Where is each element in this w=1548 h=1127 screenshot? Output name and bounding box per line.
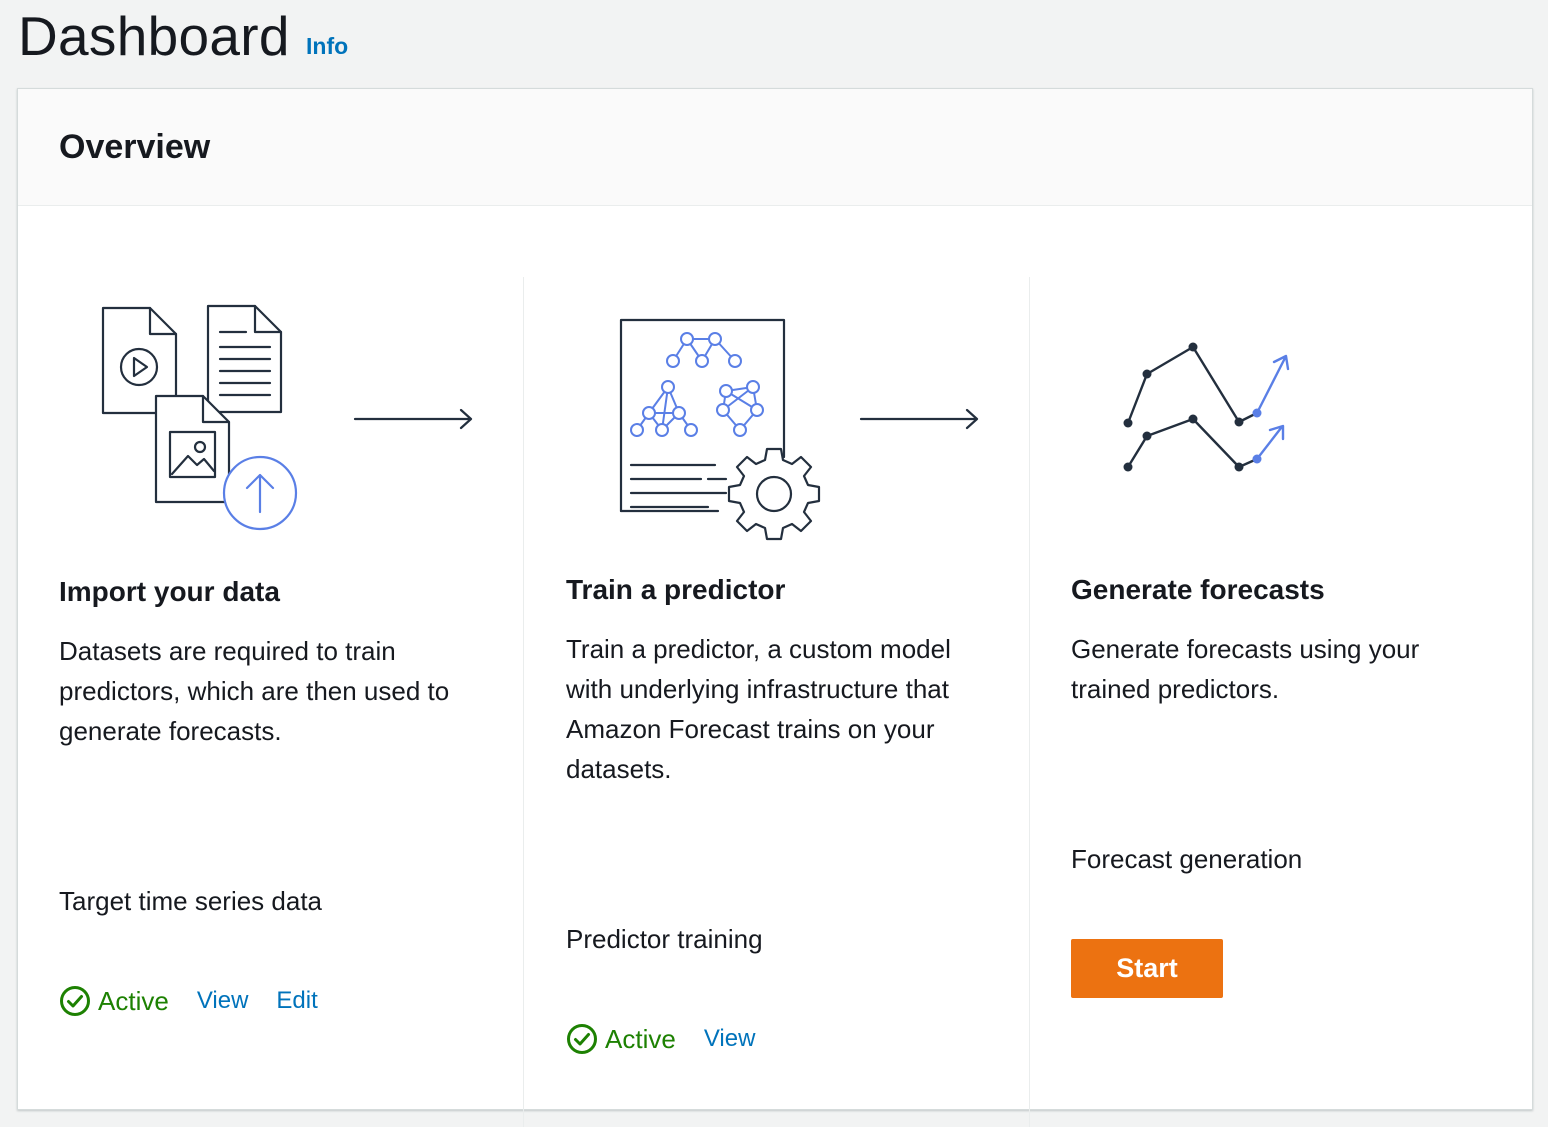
- column-divider: [523, 277, 524, 1127]
- target-time-series-status-row: Active View Edit: [59, 983, 318, 1019]
- check-circle-icon: [60, 986, 90, 1016]
- edit-link[interactable]: Edit: [276, 987, 317, 1015]
- overview-title: Overview: [59, 128, 211, 166]
- generate-forecasts-title: Generate forecasts: [1071, 574, 1325, 605]
- train-predictor-title: Train a predictor: [566, 574, 786, 605]
- generate-forecasts-description: Generate forecasts using your trained pr…: [1071, 634, 1420, 704]
- info-link[interactable]: Info: [306, 33, 348, 60]
- forecast-generation-label: Forecast generation: [1071, 844, 1303, 874]
- target-time-series-label: Target time series data: [59, 886, 323, 916]
- predictor-training-status-row: Active View: [566, 1021, 755, 1057]
- train-predictor-icon: [619, 318, 821, 541]
- train-predictor-description: Train a predictor, a custom model with u…: [566, 634, 951, 784]
- import-data-icon: [101, 304, 298, 531]
- page-title: Dashboard: [18, 5, 290, 67]
- view-link[interactable]: View: [197, 987, 249, 1015]
- arrow-right-icon: [353, 408, 473, 430]
- column-divider: [1029, 277, 1030, 1127]
- import-data-description: Datasets are required to train predictor…: [59, 636, 450, 746]
- predictor-training-label: Predictor training: [566, 924, 763, 954]
- check-circle-icon: [567, 1024, 597, 1054]
- overview-card: Overview Import your data Datasets are r…: [17, 88, 1533, 1127]
- generate-forecasts-icon: [1123, 342, 1290, 472]
- status-text: Active: [98, 985, 169, 1016]
- start-button[interactable]: Start: [1071, 939, 1223, 998]
- overview-header: Overview: [18, 89, 1532, 206]
- status-text: Active: [605, 1023, 676, 1054]
- status-badge: Active: [59, 985, 169, 1017]
- import-data-title: Import your data: [59, 576, 280, 607]
- view-link[interactable]: View: [704, 1025, 756, 1053]
- status-badge: Active: [566, 1023, 676, 1055]
- arrow-right-icon: [859, 408, 979, 430]
